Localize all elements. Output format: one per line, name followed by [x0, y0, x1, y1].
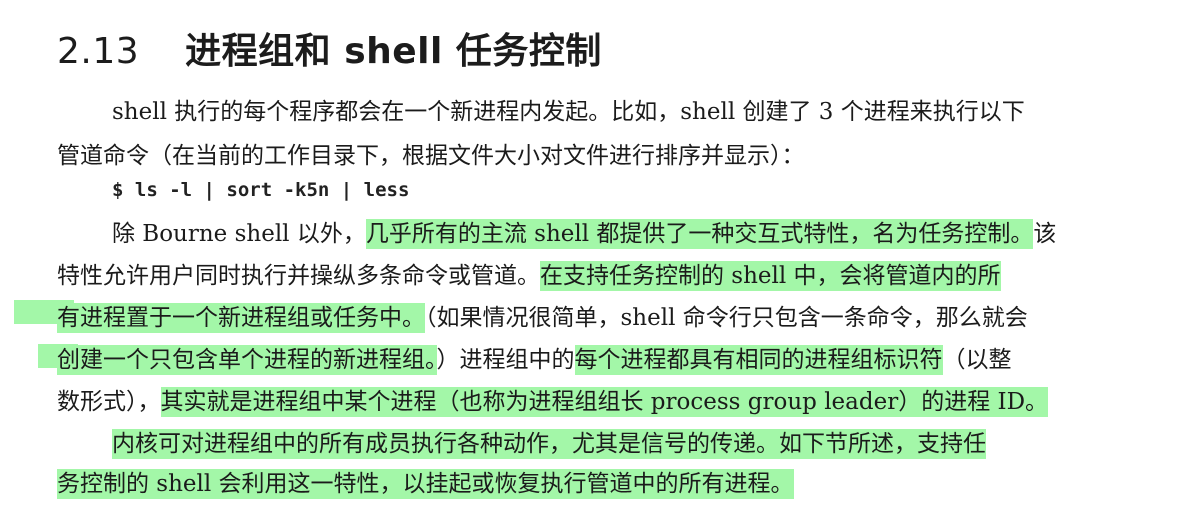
- paragraph-2-line-1: 除 Bourne shell 以外，几乎所有的主流 shell 都提供了一种交互…: [112, 214, 1056, 254]
- paragraph-2-line-3: 有进程置于一个新进程组或任务中。（如果情况很简单，shell 命令行只包含一条命…: [57, 298, 1028, 338]
- book-page: 2.13 进程组和 shell 任务控制 shell 执行的每个程序都会在一个新进…: [0, 0, 1203, 522]
- text-run: （以整: [942, 347, 1012, 373]
- section-title: 进程组和 shell 任务控制: [185, 31, 602, 72]
- paragraph-2-line-4: 创建一个只包含单个进程的新进程组。）进程组中的每个进程都具有相同的进程组标识符（…: [57, 340, 1012, 380]
- section-number: 2.13: [57, 31, 140, 72]
- text-run: （如果情况很简单，shell 命令行只包含一条命令，那么就会: [425, 305, 1028, 331]
- paragraph-3-line-2: 务控制的 shell 会利用这一特性，以挂起或恢复执行管道中的所有进程。: [57, 464, 794, 504]
- shell-command: $ ls -l | sort -k5n | less: [112, 179, 410, 201]
- text-run: 该: [1033, 221, 1057, 247]
- section-heading: 2.13 进程组和 shell 任务控制: [57, 22, 602, 74]
- highlighted-text: 几乎所有的主流 shell 都提供了一种交互式特性，名为任务控制。: [365, 219, 1034, 249]
- paragraph-2-line-5: 数形式），其实就是进程组中某个进程（也称为进程组组长 process group…: [57, 382, 1049, 422]
- paragraph-3-line-1: 内核可对进程组中的所有成员执行各种动作，尤其是信号的传递。如下节所述，支持任: [112, 424, 986, 464]
- highlighted-text: 其实就是进程组中某个进程（也称为进程组组长 process group lead…: [160, 387, 1049, 417]
- highlighted-text: 有进程置于一个新进程组或任务中。: [57, 303, 425, 333]
- highlighted-text: 在支持任务控制的 shell 中，会将管道内的所: [540, 261, 1001, 291]
- highlighted-text: 内核可对进程组中的所有成员执行各种动作，尤其是信号的传递。如下节所述，支持任: [112, 429, 986, 459]
- highlighted-text: 务控制的 shell 会利用这一特性，以挂起或恢复执行管道中的所有进程。: [57, 469, 794, 499]
- highlighted-text: 创建一个只包含单个进程的新进程组。: [57, 345, 437, 375]
- paragraph-2-line-2: 特性允许用户同时执行并操纵多条命令或管道。在支持任务控制的 shell 中，会将…: [57, 256, 1001, 296]
- highlighted-text: 每个进程都具有相同的进程组标识符: [574, 345, 943, 375]
- text-run: 数形式），: [57, 389, 161, 415]
- paragraph-1-line-1: shell 执行的每个程序都会在一个新进程内发起。比如，shell 创建了 3 …: [112, 99, 1025, 125]
- text-run: ）进程组中的: [436, 347, 575, 373]
- text-run: 除 Bourne shell 以外，: [112, 221, 366, 247]
- text-run: 特性允许用户同时执行并操纵多条命令或管道。: [57, 263, 540, 289]
